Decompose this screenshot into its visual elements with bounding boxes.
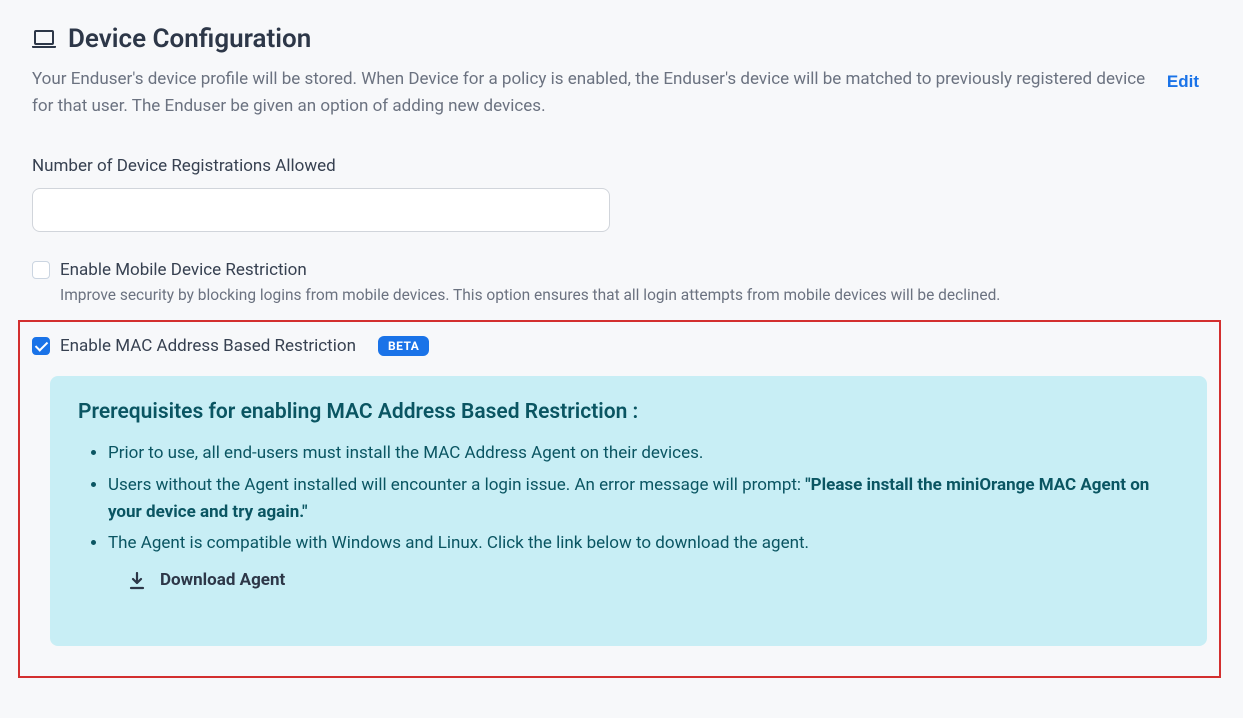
- laptop-icon: [32, 30, 56, 48]
- mac-restriction-row: Enable MAC Address Based Restriction BET…: [32, 336, 1207, 356]
- download-agent-link[interactable]: Download Agent: [128, 567, 1179, 594]
- download-icon: [128, 572, 146, 590]
- mac-restriction-checkbox[interactable]: [32, 337, 50, 355]
- header-row: Device Configuration: [32, 24, 1211, 54]
- page-description: Your Enduser's device profile will be st…: [32, 66, 1152, 120]
- mobile-restriction-hint: Improve security by blocking logins from…: [60, 286, 1211, 304]
- mobile-restriction-checkbox[interactable]: [32, 261, 50, 279]
- device-reg-label: Number of Device Registrations Allowed: [32, 156, 1211, 176]
- prereq-box: Prerequisites for enabling MAC Address B…: [50, 376, 1207, 646]
- device-config-panel: Device Configuration Edit Your Enduser's…: [0, 0, 1243, 718]
- prereq-title: Prerequisites for enabling MAC Address B…: [78, 400, 1179, 424]
- prereq-item-text: Prior to use, all end-users must install…: [108, 443, 703, 463]
- page-title: Device Configuration: [68, 24, 311, 54]
- beta-badge: BETA: [378, 336, 429, 356]
- prereq-item-text: Users without the Agent installed will e…: [108, 475, 805, 495]
- prereq-item: The Agent is compatible with Windows and…: [108, 530, 1179, 594]
- prereq-item: Prior to use, all end-users must install…: [108, 440, 1179, 467]
- mac-restriction-label: Enable MAC Address Based Restriction: [60, 336, 356, 356]
- prereq-list: Prior to use, all end-users must install…: [78, 440, 1179, 594]
- download-agent-label: Download Agent: [160, 567, 285, 594]
- prereq-item: Users without the Agent installed will e…: [108, 472, 1179, 526]
- prereq-item-text: The Agent is compatible with Windows and…: [108, 533, 809, 553]
- edit-button[interactable]: Edit: [1167, 72, 1199, 92]
- mobile-restriction-row: Enable Mobile Device Restriction: [32, 260, 1211, 280]
- mobile-restriction-label: Enable Mobile Device Restriction: [60, 260, 307, 280]
- device-reg-input[interactable]: [32, 188, 610, 232]
- mac-restriction-section: Enable MAC Address Based Restriction BET…: [18, 320, 1221, 678]
